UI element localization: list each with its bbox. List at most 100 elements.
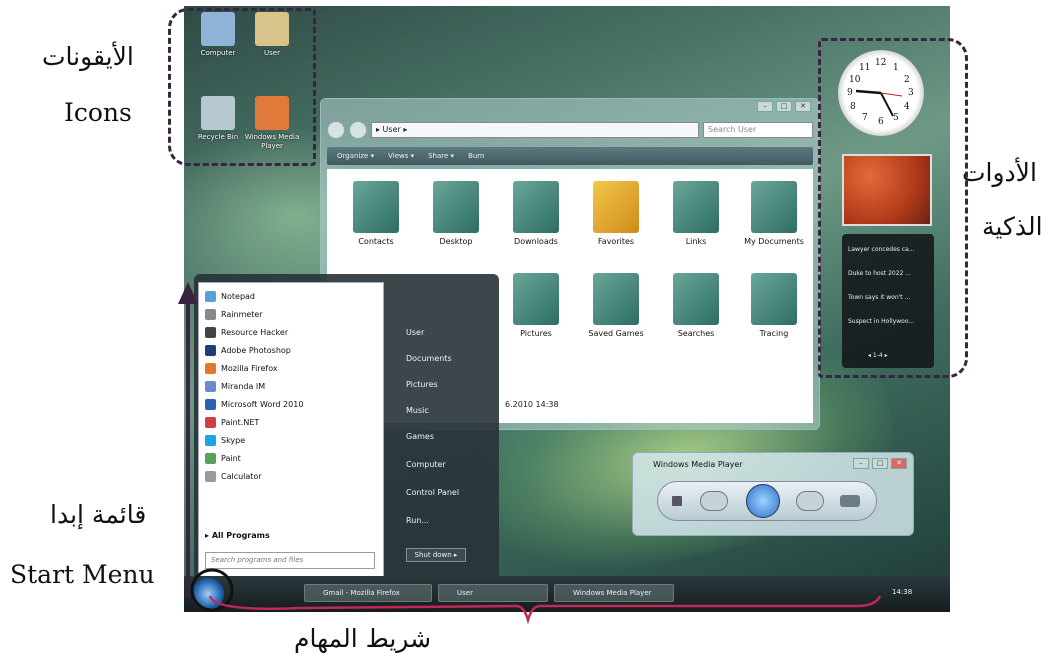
folder-label: My Documents	[744, 237, 804, 246]
minimize-button[interactable]: –	[853, 458, 869, 469]
resource-hacker-icon	[205, 326, 216, 338]
maximize-button[interactable]: □	[776, 101, 792, 112]
program-item[interactable]: Paint	[199, 449, 383, 467]
next-icon[interactable]	[796, 491, 824, 511]
folder-label: Favorites	[597, 237, 635, 246]
start-link-games[interactable]: Games	[406, 432, 434, 441]
media-player-window[interactable]: Windows Media Player – □ ✕	[632, 452, 914, 536]
folder-contacts[interactable]: Contacts	[341, 181, 411, 246]
folder-desktop[interactable]: Desktop	[421, 181, 491, 246]
back-button[interactable]	[327, 121, 345, 139]
gadgets-highlight-box	[818, 38, 968, 378]
program-label: Mozilla Firefox	[221, 363, 278, 373]
paint-net-icon	[205, 416, 216, 428]
taskbar-button-media-player[interactable]: Windows Media Player	[554, 584, 674, 602]
pictures-folder-icon	[513, 273, 559, 325]
program-label: Skype	[221, 435, 246, 445]
taskbar-button-explorer[interactable]: User	[438, 584, 548, 602]
folder-saved-games[interactable]: Saved Games	[581, 273, 651, 338]
program-label: Notepad	[221, 291, 255, 301]
start-link-music[interactable]: Music	[406, 406, 429, 415]
program-item[interactable]: Rainmeter	[199, 305, 383, 323]
start-orb-button[interactable]	[192, 578, 224, 610]
start-link-run[interactable]: Run...	[406, 516, 429, 525]
miranda-icon	[205, 380, 216, 392]
start-link-control-panel[interactable]: Control Panel	[406, 488, 459, 497]
taskbar-button-firefox[interactable]: Gmail - Mozilla Firefox	[304, 584, 432, 602]
taskbar-label-arabic: شريط المهام	[294, 624, 432, 653]
program-item[interactable]: Notepad	[199, 287, 383, 305]
views-button[interactable]: Views ▾	[388, 152, 414, 160]
restore-button[interactable]: □	[872, 458, 888, 469]
favorites-star-icon	[593, 181, 639, 233]
close-button[interactable]: ✕	[891, 458, 907, 469]
navigation-bar: ▸ User ▸ Search User	[327, 119, 813, 141]
address-bar[interactable]: ▸ User ▸	[371, 122, 699, 138]
folder-label: Contacts	[358, 237, 394, 246]
program-item[interactable]: Resource Hacker	[199, 323, 383, 341]
stop-icon[interactable]	[672, 496, 682, 506]
program-list: Notepad Rainmeter Resource Hacker Adobe …	[199, 283, 383, 485]
program-item[interactable]: Mozilla Firefox	[199, 359, 383, 377]
share-button[interactable]: Share ▾	[428, 152, 454, 160]
program-item[interactable]: Paint.NET	[199, 413, 383, 431]
start-menu[interactable]: Notepad Rainmeter Resource Hacker Adobe …	[194, 274, 499, 582]
start-link-documents[interactable]: Documents	[406, 354, 452, 363]
start-menu-label-english: Start Menu	[10, 560, 155, 589]
program-label: Miranda IM	[221, 381, 266, 391]
organize-button[interactable]: Organize ▾	[337, 152, 374, 160]
desktop-folder-icon	[433, 181, 479, 233]
start-search-input[interactable]: Search programs and files	[205, 552, 375, 569]
system-tray-clock[interactable]: 14:38	[884, 584, 938, 602]
search-input[interactable]: Search User	[703, 122, 813, 138]
documents-folder-icon	[751, 181, 797, 233]
program-label: Resource Hacker	[221, 327, 289, 337]
word-icon	[205, 398, 216, 410]
close-button[interactable]: ✕	[795, 101, 811, 112]
taskbar: Gmail - Mozilla Firefox User Windows Med…	[184, 576, 950, 612]
folder-my-documents[interactable]: My Documents	[739, 181, 809, 246]
minimize-button[interactable]: –	[757, 101, 773, 112]
folder-searches[interactable]: Searches	[661, 273, 731, 338]
paint-icon	[205, 452, 216, 464]
folder-pictures[interactable]: Pictures	[501, 273, 571, 338]
start-link-user[interactable]: User	[406, 328, 424, 337]
folder-favorites[interactable]: Favorites	[581, 181, 651, 246]
folder-label: Links	[685, 237, 707, 246]
folder-label: Pictures	[520, 329, 552, 338]
volume-icon[interactable]	[840, 495, 860, 507]
start-link-pictures[interactable]: Pictures	[406, 380, 438, 389]
firefox-icon	[205, 362, 216, 374]
all-programs-button[interactable]: ▸ All Programs	[205, 531, 270, 540]
folder-links[interactable]: Links	[661, 181, 731, 246]
skype-icon	[205, 434, 216, 446]
icons-label-arabic: الأيقونات	[42, 42, 134, 71]
contacts-folder-icon	[353, 181, 399, 233]
program-label: Calculator	[221, 471, 262, 481]
start-link-computer[interactable]: Computer	[406, 460, 446, 469]
folder-downloads[interactable]: Downloads	[501, 181, 571, 246]
program-item[interactable]: Calculator	[199, 467, 383, 485]
folder-label: Tracing	[759, 329, 789, 338]
shutdown-button[interactable]: Shut down ▸	[406, 548, 466, 562]
calculator-icon	[205, 470, 216, 482]
all-programs-label: All Programs	[211, 531, 270, 540]
burn-button[interactable]: Burn	[468, 152, 484, 160]
folder-label: Desktop	[439, 237, 473, 246]
program-item[interactable]: Miranda IM	[199, 377, 383, 395]
status-bar-date: 6.2010 14:38	[505, 400, 559, 409]
media-player-controls: – □ ✕	[853, 458, 907, 469]
play-button[interactable]	[746, 484, 780, 518]
program-label: Rainmeter	[221, 309, 263, 319]
saved-games-folder-icon	[593, 273, 639, 325]
rainmeter-icon	[205, 308, 216, 320]
program-item[interactable]: Microsoft Word 2010	[199, 395, 383, 413]
notepad-icon	[205, 290, 216, 302]
downloads-folder-icon	[513, 181, 559, 233]
program-item[interactable]: Adobe Photoshop	[199, 341, 383, 359]
forward-button[interactable]	[349, 121, 367, 139]
folder-tracing[interactable]: Tracing	[739, 273, 809, 338]
playback-bar	[657, 481, 877, 521]
previous-icon[interactable]	[700, 491, 728, 511]
program-item[interactable]: Skype	[199, 431, 383, 449]
